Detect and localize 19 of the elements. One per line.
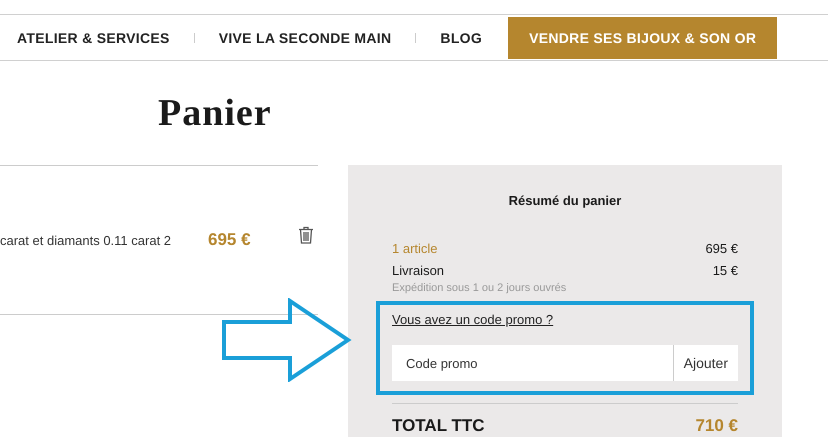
- trash-icon[interactable]: [298, 226, 314, 244]
- summary-title: Résumé du panier: [508, 193, 622, 208]
- promo-code-field[interactable]: Code promo: [392, 345, 674, 381]
- shipping-note: Expédition sous 1 ou 2 jours ouvrés: [392, 282, 568, 295]
- summary-value: 15 €: [712, 262, 738, 280]
- product-name: carat et diamants 0.11 carat 2: [0, 232, 172, 248]
- total-label: TOTAL TTC: [392, 416, 485, 436]
- page-title: Panier: [158, 91, 273, 136]
- nav-link[interactable]: VIVE LA SECONDE MAIN: [218, 30, 392, 46]
- total-value: 710 €: [695, 416, 738, 436]
- promo-link[interactable]: Vous avez un code promo ?: [392, 312, 554, 327]
- nav-link[interactable]: ATELIER & SERVICES: [17, 30, 170, 46]
- summary-label: Livraison: [392, 262, 444, 280]
- product-price: 695 €: [208, 230, 252, 250]
- summary-value: 695 €: [705, 240, 738, 258]
- summary-label: 1 article: [392, 240, 438, 258]
- nav-link[interactable]: BLOG: [440, 30, 482, 46]
- add-button[interactable]: Ajouter: [674, 345, 738, 381]
- arrow-icon: [222, 298, 352, 382]
